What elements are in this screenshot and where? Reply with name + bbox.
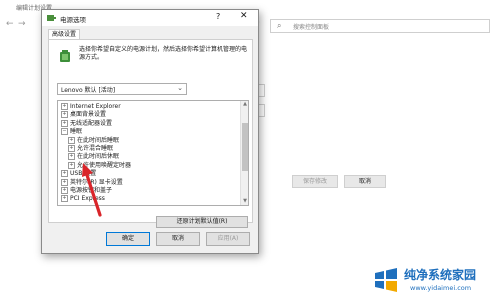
- power-options-app-icon: [47, 15, 56, 21]
- expand-icon[interactable]: +: [68, 136, 75, 144]
- close-icon[interactable]: ✕: [240, 11, 248, 21]
- expand-icon[interactable]: +: [61, 103, 68, 110]
- expand-icon[interactable]: +: [61, 178, 68, 186]
- power-plan-select-value: Lenovo 默认 [活动]: [61, 87, 116, 94]
- tree-node[interactable]: + 允许混合睡眠: [68, 145, 113, 153]
- expand-icon[interactable]: +: [61, 195, 68, 203]
- dialog-title: 电源选项: [60, 16, 86, 24]
- expand-icon[interactable]: +: [61, 119, 68, 127]
- back-arrow-icon[interactable]: ←: [6, 19, 14, 29]
- dialog-title-bar: 电源选项 ? ✕: [42, 10, 258, 26]
- tree-scrollbar[interactable]: ▲ ▼: [240, 101, 248, 205]
- expand-icon[interactable]: +: [61, 187, 68, 194]
- tree-node-label: 桌面背景设置: [70, 111, 107, 119]
- scroll-down-icon[interactable]: ▼: [241, 198, 248, 204]
- ok-button[interactable]: 确定: [106, 232, 150, 246]
- battery-plan-icon: [60, 50, 70, 62]
- tree-node[interactable]: + 无线适配器设置: [61, 119, 113, 128]
- chevron-down-icon: ⌄: [177, 84, 183, 92]
- tree-node[interactable]: + 在此时间后睡眠: [68, 136, 120, 145]
- search-input[interactable]: ⌕ 搜索控制面板: [270, 19, 490, 33]
- windows-logo-icon: [375, 268, 397, 292]
- expand-icon[interactable]: +: [68, 153, 75, 161]
- tree-node[interactable]: − 睡眠: [61, 128, 82, 136]
- expand-icon[interactable]: +: [68, 145, 75, 152]
- scroll-up-icon[interactable]: ▲: [241, 101, 248, 107]
- watermark-title: 纯净系统家园: [404, 268, 477, 282]
- scrollbar-thumb[interactable]: [242, 123, 248, 171]
- watermark-url: www.yidaimei.com: [410, 284, 472, 292]
- tree-node-label: Internet Explorer: [70, 103, 121, 110]
- tree-node-label: 在此时间后睡眠: [77, 136, 120, 144]
- save-changes-button[interactable]: 保存修改: [292, 175, 338, 188]
- background-cancel-button[interactable]: 取消: [344, 175, 386, 188]
- tree-node-label: 允许混合睡眠: [77, 145, 114, 152]
- power-plan-select[interactable]: Lenovo 默认 [活动] ⌄: [57, 83, 187, 95]
- restore-defaults-button[interactable]: 还原计划默认值(R): [156, 216, 248, 228]
- expand-icon[interactable]: +: [68, 161, 75, 169]
- red-arrow-annotation-icon: [82, 163, 102, 217]
- power-options-dialog: 电源选项 ? ✕ 高级设置 选择你希望自定义的电源计划，然后选择你希望计算机管理…: [41, 9, 259, 254]
- dialog-description: 选择你希望自定义的电源计划，然后选择你希望计算机管理的电源方式。: [79, 46, 248, 61]
- tree-node[interactable]: + 桌面背景设置: [61, 111, 106, 119]
- collapse-icon[interactable]: −: [61, 128, 68, 136]
- tree-node-label: 无线适配器设置: [70, 119, 113, 127]
- search-icon: ⌕: [277, 21, 282, 30]
- expand-icon[interactable]: +: [61, 170, 68, 178]
- advanced-settings-panel: 选择你希望自定义的电源计划，然后选择你希望计算机管理的电源方式。 Lenovo …: [48, 39, 253, 228]
- forward-arrow-icon[interactable]: →: [18, 19, 26, 29]
- search-placeholder: 搜索控制面板: [293, 24, 330, 31]
- expand-icon[interactable]: +: [61, 111, 68, 119]
- cancel-button[interactable]: 取消: [156, 232, 200, 246]
- tree-node-label: 睡眠: [70, 128, 83, 136]
- tree-node[interactable]: + Internet Explorer: [61, 103, 121, 111]
- help-icon[interactable]: ?: [216, 12, 220, 21]
- watermark-logo: 纯净系统家园 www.yidaimei.com: [370, 262, 500, 300]
- apply-button[interactable]: 应用(A): [206, 232, 250, 246]
